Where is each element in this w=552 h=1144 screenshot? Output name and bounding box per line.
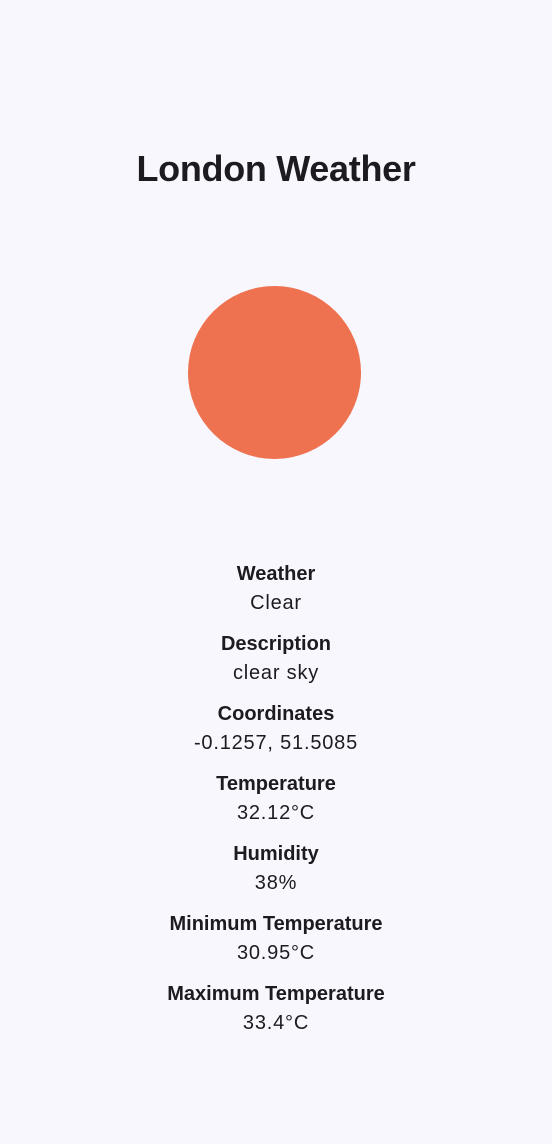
- detail-label: Coordinates: [217, 703, 335, 725]
- detail-weather: Weather Clear: [0, 560, 552, 630]
- detail-value: 38%: [254, 872, 298, 894]
- detail-label: Weather: [236, 563, 316, 585]
- weather-screen: { "header": { "title": "London Weather" …: [0, 0, 552, 1144]
- detail-humidity: Humidity 38%: [0, 840, 552, 910]
- detail-label: Temperature: [216, 773, 336, 795]
- detail-value: 33.4°C: [242, 1012, 310, 1034]
- detail-value: 32.12°C: [236, 802, 316, 824]
- weather-details: Weather Clear Description clear sky Coor…: [0, 560, 552, 1050]
- page-title: London Weather: [136, 148, 416, 189]
- detail-coordinates: Coordinates -0.1257, 51.5085: [0, 700, 552, 770]
- sun-icon: [188, 286, 361, 459]
- detail-description: Description clear sky: [0, 630, 552, 700]
- detail-label: Description: [220, 633, 332, 655]
- detail-value: clear sky: [232, 662, 320, 684]
- detail-max-temperature: Maximum Temperature 33.4°C: [0, 980, 552, 1050]
- detail-value: 30.95°C: [236, 942, 316, 964]
- detail-label: Humidity: [233, 843, 319, 865]
- detail-min-temperature: Minimum Temperature 30.95°C: [0, 910, 552, 980]
- detail-value: Clear: [250, 592, 302, 614]
- detail-temperature: Temperature 32.12°C: [0, 770, 552, 840]
- detail-value: -0.1257, 51.5085: [193, 732, 359, 754]
- detail-label: Minimum Temperature: [169, 913, 383, 935]
- detail-label: Maximum Temperature: [167, 983, 385, 1005]
